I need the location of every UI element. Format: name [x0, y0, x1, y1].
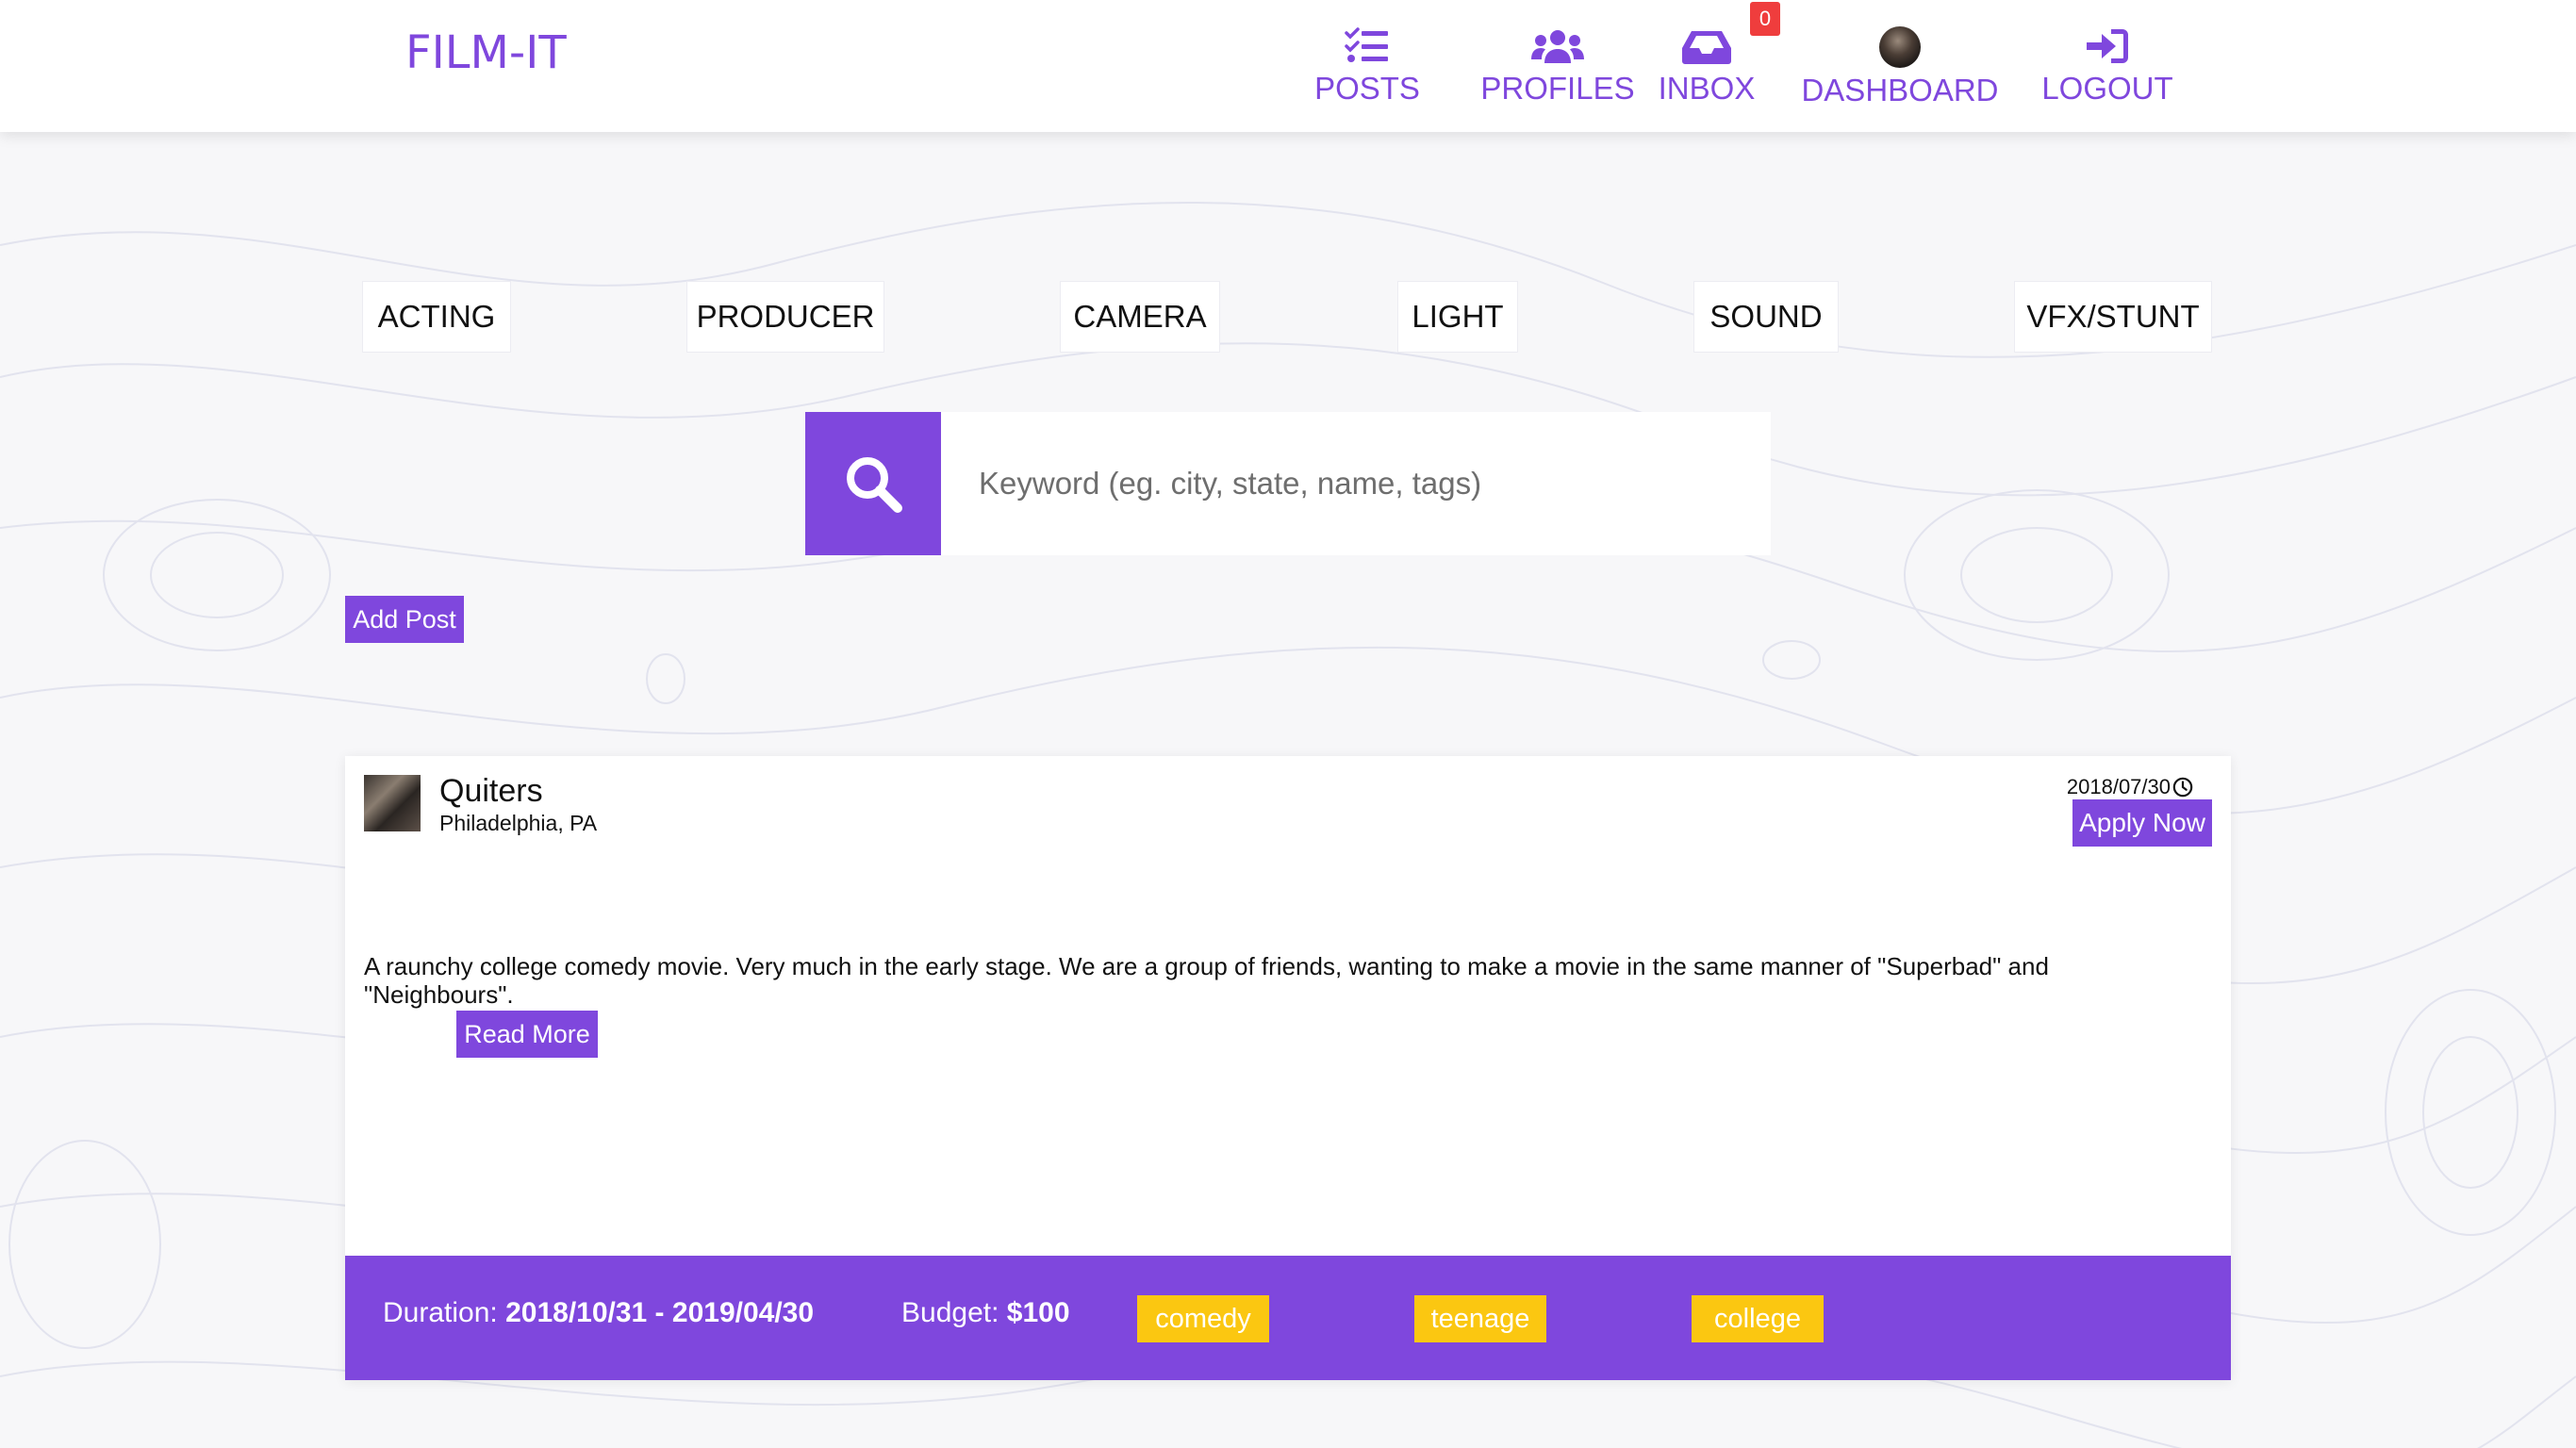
- nav-inbox[interactable]: INBOX: [1655, 26, 1759, 111]
- users-icon: [1531, 30, 1584, 63]
- post-title[interactable]: Quiters: [439, 773, 543, 810]
- post-date-text: 2018/07/30: [2066, 775, 2171, 798]
- add-post-button[interactable]: Add Post: [345, 596, 464, 643]
- post-author-avatar[interactable]: [364, 775, 421, 831]
- nav-logout[interactable]: LOGOUT: [2037, 26, 2178, 111]
- read-more-button[interactable]: Read More: [456, 1011, 598, 1058]
- post-location: Philadelphia, PA: [439, 811, 598, 835]
- category-camera[interactable]: CAMERA: [1060, 281, 1220, 353]
- user-avatar: [1879, 26, 1921, 68]
- logo[interactable]: FILM-IT: [405, 26, 567, 79]
- post-footer: Duration: 2018/10/31 - 2019/04/30 Budget…: [345, 1256, 2231, 1380]
- nav-dashboard[interactable]: DASHBOARD: [1801, 26, 1999, 111]
- duration-value: 2018/10/31 - 2019/04/30: [505, 1297, 815, 1328]
- search-button[interactable]: [805, 412, 941, 555]
- post-date: 2018/07/30: [2067, 775, 2193, 799]
- nav-posts-label: POSTS: [1314, 71, 1420, 106]
- apply-now-button[interactable]: Apply Now: [2072, 799, 2212, 847]
- inbox-count-badge: 0: [1750, 2, 1780, 36]
- category-sound[interactable]: SOUND: [1693, 281, 1839, 353]
- clock-icon: [2172, 777, 2193, 798]
- nav-profiles[interactable]: PROFILES: [1463, 26, 1652, 111]
- post-duration: Duration: 2018/10/31 - 2019/04/30: [383, 1297, 814, 1329]
- duration-label: Duration:: [383, 1297, 498, 1328]
- post-budget: Budget: $100: [901, 1297, 1070, 1329]
- nav-logout-label: LOGOUT: [2041, 71, 2173, 106]
- budget-label: Budget:: [901, 1297, 999, 1328]
- tag-teenage[interactable]: teenage: [1414, 1295, 1546, 1342]
- tasks-icon: [1345, 27, 1388, 62]
- category-acting[interactable]: ACTING: [362, 281, 511, 353]
- budget-value: $100: [1006, 1297, 1070, 1328]
- category-vfx-stunt[interactable]: VFX/STUNT: [2014, 281, 2212, 353]
- nav-posts[interactable]: POSTS: [1314, 26, 1420, 111]
- tag-comedy[interactable]: comedy: [1137, 1295, 1269, 1342]
- top-navbar: FILM-IT POSTS PROFILES INBOX 0 DASHBOARD…: [0, 0, 2576, 132]
- search-input[interactable]: [941, 412, 1771, 555]
- search-bar: [805, 412, 1771, 555]
- nav-inbox-label: INBOX: [1658, 71, 1756, 106]
- nav-profiles-label: PROFILES: [1480, 71, 1635, 106]
- nav-dashboard-label: DASHBOARD: [1801, 73, 1999, 107]
- tag-college[interactable]: college: [1692, 1295, 1824, 1342]
- category-light[interactable]: LIGHT: [1397, 281, 1518, 353]
- post-description: A raunchy college comedy movie. Very muc…: [364, 952, 2049, 1009]
- sign-in-icon: [2087, 29, 2128, 63]
- search-icon: [847, 457, 902, 513]
- inbox-icon: [1682, 31, 1731, 64]
- category-producer[interactable]: PRODUCER: [686, 281, 884, 353]
- post-card: Quiters Philadelphia, PA 2018/07/30 Appl…: [345, 756, 2231, 1380]
